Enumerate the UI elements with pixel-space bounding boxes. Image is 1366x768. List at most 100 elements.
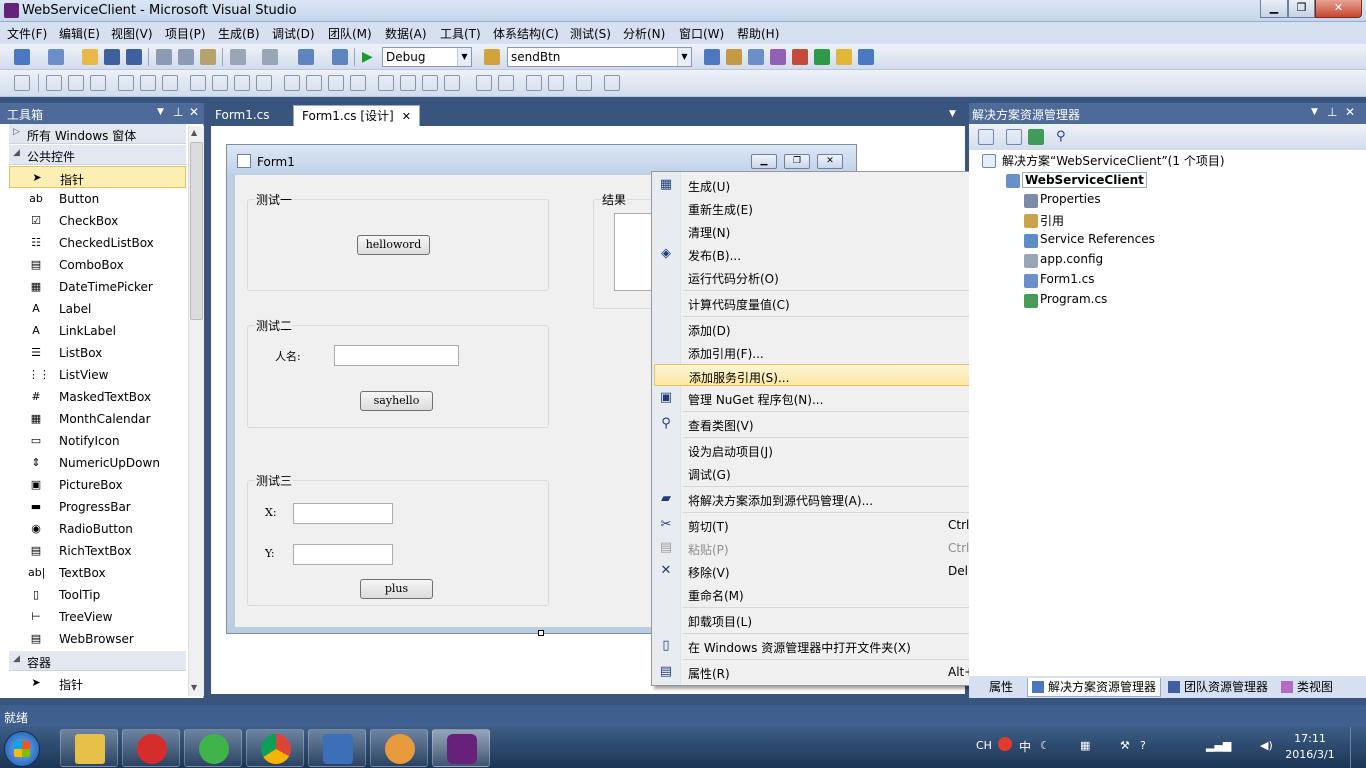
- context-menu-item[interactable]: 运行代码分析(O): [654, 266, 1020, 288]
- menu-analyze[interactable]: 分析(N): [623, 25, 665, 42]
- context-menu-item[interactable]: 添加引用(F)...: [654, 341, 1020, 363]
- form-close-button[interactable]: ✕: [817, 154, 843, 169]
- form-maximize-button[interactable]: ❐: [784, 154, 810, 169]
- decrease-horizontal-spacing-icon[interactable]: [328, 75, 344, 91]
- align-tops-icon[interactable]: [118, 75, 134, 91]
- scroll-down-icon[interactable]: ▼: [191, 683, 197, 692]
- taskbar-explorer[interactable]: [60, 729, 118, 767]
- ime-mode[interactable]: 中: [1019, 738, 1031, 755]
- toolbox-item-label[interactable]: A Label: [9, 298, 186, 320]
- menu-window[interactable]: 窗口(W): [679, 25, 724, 42]
- extension-icon[interactable]: [792, 49, 808, 65]
- save-all-icon[interactable]: [126, 49, 142, 65]
- context-menu-item[interactable]: ◈ 发布(B)...: [654, 243, 1020, 265]
- find-combo[interactable]: sendBtn ▼: [507, 47, 692, 67]
- toolbox-item-tooltip[interactable]: ▯ ToolTip: [9, 584, 186, 606]
- taskbar-music[interactable]: [122, 729, 180, 767]
- context-menu-item[interactable]: ▣ 管理 NuGet 程序包(N)...: [654, 387, 1020, 409]
- navigate-backward-icon[interactable]: [298, 49, 314, 65]
- add-item-icon[interactable]: [48, 49, 64, 65]
- context-menu-item[interactable]: 设为启动项目(J): [654, 439, 1020, 461]
- toolbox-item-maskedtextbox[interactable]: # MaskedTextBox: [9, 386, 186, 408]
- show-all-files-icon[interactable]: [1006, 129, 1022, 145]
- solution-node[interactable]: 解决方案“WebServiceClient”(1 个项目): [1002, 152, 1225, 169]
- align-lefts-icon[interactable]: [46, 75, 62, 91]
- scroll-up-icon[interactable]: ▲: [191, 128, 197, 137]
- start-debugging-icon[interactable]: ▶: [362, 49, 378, 65]
- resize-handle[interactable]: [538, 630, 544, 636]
- horizontal-spacing-icon[interactable]: [284, 75, 300, 91]
- align-middles-icon[interactable]: [140, 75, 156, 91]
- context-menu-item[interactable]: ▦ 生成(U): [654, 174, 1020, 196]
- center-horizontally-icon[interactable]: [476, 75, 492, 91]
- menu-team[interactable]: 团队(M): [328, 25, 372, 42]
- menu-edit[interactable]: 编辑(E): [59, 25, 100, 42]
- toolbox-item-button[interactable]: ab Button: [9, 188, 186, 210]
- toolbox-item-textbox[interactable]: ab| TextBox: [9, 562, 186, 584]
- sayhello-button[interactable]: sayhello: [360, 391, 433, 411]
- taskbar-chrome[interactable]: [246, 729, 304, 767]
- align-rights-icon[interactable]: [90, 75, 106, 91]
- toolbox-item-datetimepicker[interactable]: ▦ DateTimePicker: [9, 276, 186, 298]
- refresh-icon[interactable]: [1028, 129, 1044, 145]
- close-icon[interactable]: ✕: [402, 110, 411, 123]
- make-same-height-icon[interactable]: [212, 75, 228, 91]
- object-browser-icon[interactable]: [748, 49, 764, 65]
- size-to-grid-icon[interactable]: [256, 75, 272, 91]
- menu-test[interactable]: 测试(S): [570, 25, 611, 42]
- context-menu-item[interactable]: 重命名(M): [654, 583, 1020, 605]
- start-button[interactable]: [4, 731, 40, 767]
- find-in-files-icon[interactable]: [484, 49, 500, 65]
- context-menu-item[interactable]: 清理(N): [654, 220, 1020, 242]
- toolbox-item-container-pointer[interactable]: ➤ 指针: [9, 672, 186, 694]
- toolbox-item-listview[interactable]: ⋮⋮ ListView: [9, 364, 186, 386]
- context-menu-item[interactable]: 添加服务引用(S)...: [654, 364, 1020, 386]
- navigate-forward-icon[interactable]: [332, 49, 348, 65]
- helloword-button[interactable]: helloword: [357, 235, 430, 255]
- vertical-spacing-icon[interactable]: [378, 75, 394, 91]
- decrease-vertical-spacing-icon[interactable]: [422, 75, 438, 91]
- undo-icon[interactable]: [230, 49, 246, 65]
- groupbox-test3[interactable]: 测试三 X: Y: plus: [247, 472, 549, 606]
- show-desktop-button[interactable]: [1350, 727, 1366, 768]
- context-menu-item[interactable]: ✂ 剪切(T) Ctrl+X: [654, 514, 1020, 536]
- close-button[interactable]: ✕: [1315, 0, 1362, 18]
- ime-logo-icon[interactable]: [998, 737, 1012, 751]
- tree-item-app-config[interactable]: app.config: [1040, 252, 1103, 266]
- context-menu-item[interactable]: ▰ 将解决方案添加到源代码管理(A)...: [654, 488, 1020, 510]
- remove-horizontal-spacing-icon[interactable]: [350, 75, 366, 91]
- toolbox-item-listbox[interactable]: ☰ ListBox: [9, 342, 186, 364]
- redo-icon[interactable]: [262, 49, 278, 65]
- toolbox-group-containers[interactable]: ◢ 容器: [9, 651, 186, 671]
- groupbox-test1[interactable]: 测试一 helloword: [247, 191, 549, 291]
- menu-project[interactable]: 项目(P): [165, 25, 206, 42]
- solution-configuration-combo[interactable]: Debug ▼: [382, 47, 472, 67]
- lock-controls-icon[interactable]: [576, 75, 592, 91]
- tree-item-properties[interactable]: Properties: [1040, 192, 1101, 206]
- make-same-size-icon[interactable]: [234, 75, 250, 91]
- copy-icon[interactable]: [178, 49, 194, 65]
- context-menu-item[interactable]: ▯ 在 Windows 资源管理器中打开文件夹(X): [654, 635, 1020, 657]
- toolbox-item-numericupdown[interactable]: ⇕ NumericUpDown: [9, 452, 186, 474]
- context-menu-item[interactable]: 添加(D)▶: [654, 318, 1020, 340]
- align-to-grid-icon[interactable]: [14, 75, 30, 91]
- menu-tools[interactable]: 工具(T): [440, 25, 481, 42]
- tree-item-program[interactable]: Program.cs: [1040, 292, 1107, 306]
- form-minimize-button[interactable]: ▁: [751, 154, 777, 169]
- save-icon[interactable]: [104, 49, 120, 65]
- center-vertically-icon[interactable]: [498, 75, 514, 91]
- cut-icon[interactable]: [156, 49, 172, 65]
- pin-icon[interactable]: ⊥: [1327, 105, 1337, 119]
- language-indicator[interactable]: CH: [976, 739, 992, 752]
- chevron-down-icon[interactable]: ▼: [1311, 107, 1318, 117]
- toolbox-item-combobox[interactable]: ▤ ComboBox: [9, 254, 186, 276]
- solution-explorer-icon[interactable]: [704, 49, 720, 65]
- tab-order-icon[interactable]: [604, 75, 620, 91]
- toolbox-item-richtextbox[interactable]: ▤ RichTextBox: [9, 540, 186, 562]
- tree-item-references[interactable]: 引用: [1040, 212, 1064, 229]
- tree-item-service-references[interactable]: Service References: [1040, 232, 1155, 246]
- context-menu-item[interactable]: 计算代码度量值(C): [654, 292, 1020, 314]
- toolbox-item-radiobutton[interactable]: ◉ RadioButton: [9, 518, 186, 540]
- minimize-button[interactable]: ▁: [1260, 0, 1288, 18]
- taskbar-clock[interactable]: 17:11 2016/3/1: [1280, 731, 1340, 763]
